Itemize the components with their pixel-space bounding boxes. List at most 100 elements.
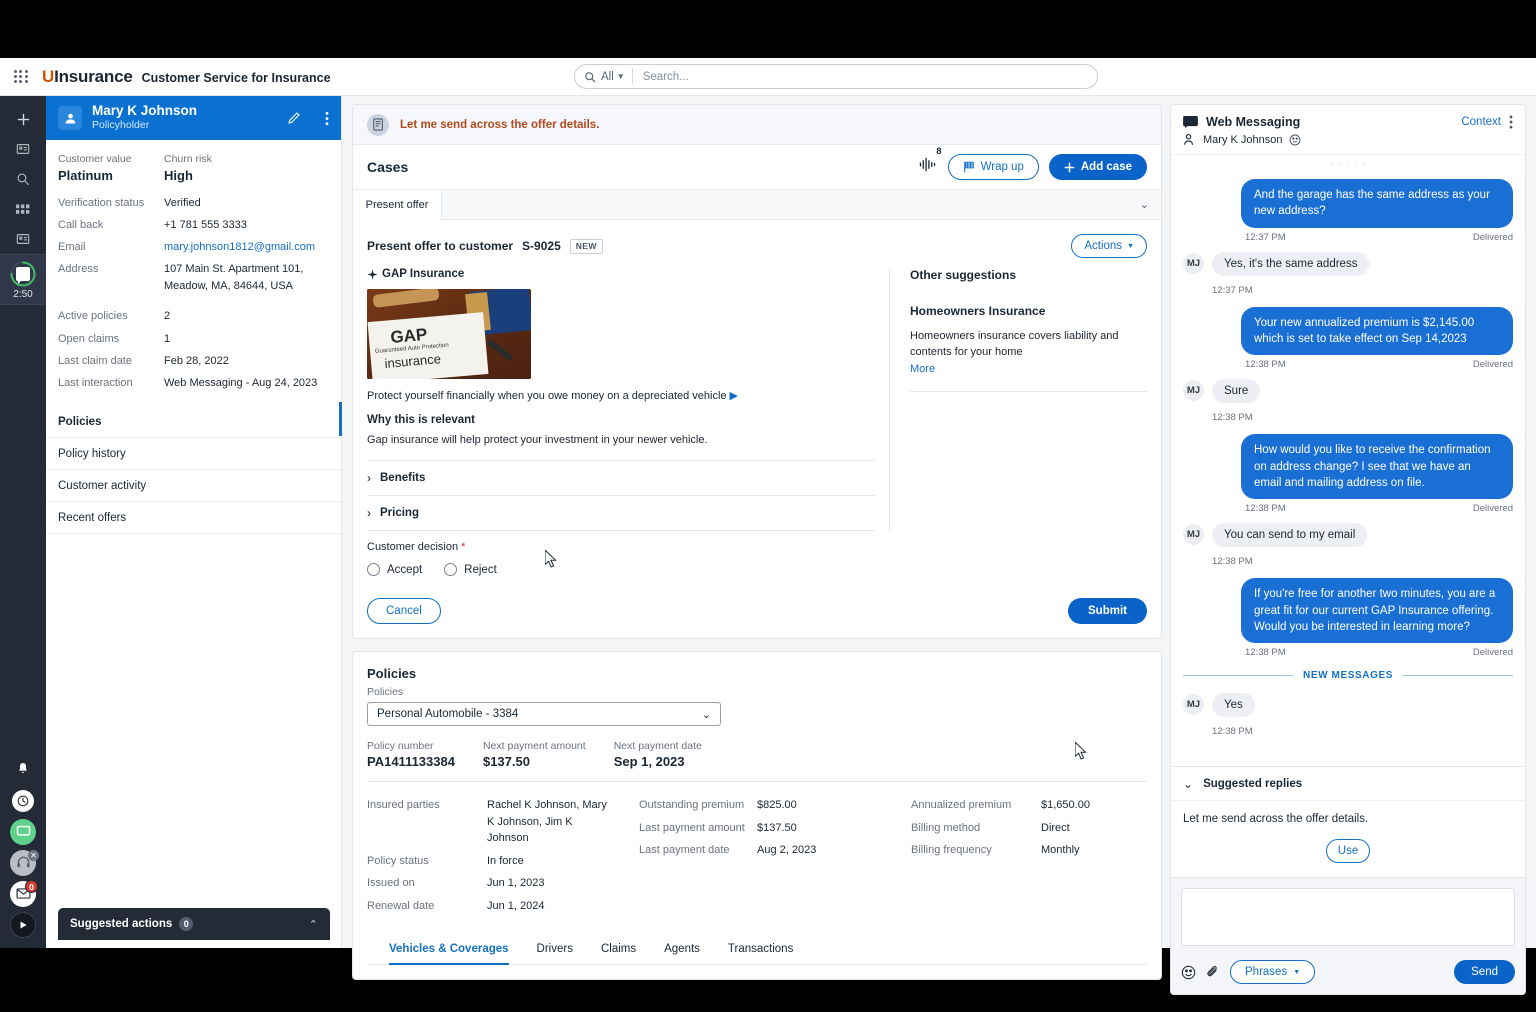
chevron-down-icon[interactable]: ⌄ bbox=[702, 708, 711, 721]
rail-mail-icon[interactable]: 0 bbox=[0, 878, 46, 909]
add-case-button[interactable]: Add case bbox=[1049, 154, 1147, 180]
actions-button[interactable]: Actions ▼ bbox=[1071, 234, 1147, 258]
accordion-benefits[interactable]: › Benefits bbox=[367, 460, 875, 495]
chevron-down-icon[interactable]: ⌄ bbox=[1140, 198, 1149, 211]
sidebar-item-policies[interactable]: Policies bbox=[46, 406, 341, 438]
suggested-actions-label: Suggested actions bbox=[70, 918, 172, 930]
rail-status-available-icon[interactable] bbox=[0, 816, 46, 847]
tab-label: Present offer bbox=[366, 199, 429, 211]
policy-divider bbox=[367, 781, 1147, 782]
tab-vehicles-coverages[interactable]: Vehicles & Coverages bbox=[389, 943, 523, 964]
chevron-down-icon[interactable]: ▼ bbox=[617, 72, 625, 81]
case-selector[interactable]: ⌄ bbox=[442, 190, 1161, 220]
brand-logo-u: U bbox=[42, 67, 54, 86]
message-item: If you're free for another two minutes, … bbox=[1183, 578, 1513, 658]
rail-notifications-icon[interactable] bbox=[0, 754, 46, 785]
suggested-replies-body: Let me send across the offer details. Us… bbox=[1171, 800, 1525, 877]
message-meta: 12:38 PM bbox=[1183, 407, 1513, 425]
messaging-header: Web Messaging Context Mary K Johnson bbox=[1171, 105, 1525, 155]
cancel-button[interactable]: Cancel bbox=[367, 598, 441, 624]
decision-buttons: Cancel Submit bbox=[367, 598, 1147, 624]
sentiment-neutral-icon bbox=[1289, 134, 1301, 146]
tab-drivers[interactable]: Drivers bbox=[523, 943, 587, 964]
context-link[interactable]: Context bbox=[1461, 116, 1501, 128]
customer-field-row: Call back+1 781 555 3333 bbox=[58, 215, 327, 237]
web-messaging-panel: Web Messaging Context Mary K Johnson · ·… bbox=[1170, 104, 1526, 995]
app-launcher-icon[interactable] bbox=[14, 70, 28, 84]
summary-value: $137.50 bbox=[483, 754, 586, 769]
rail-headset-muted-icon[interactable]: ✕ bbox=[0, 847, 46, 878]
voice-waveform-icon[interactable]: 8 bbox=[917, 157, 938, 177]
tab-label: Vehicles & Coverages bbox=[389, 943, 509, 955]
cases-title: Cases bbox=[367, 159, 408, 175]
message-time: 12:38 PM bbox=[1245, 647, 1286, 658]
attachment-icon[interactable] bbox=[1206, 965, 1220, 979]
send-button[interactable]: Send bbox=[1454, 960, 1515, 984]
edit-icon[interactable] bbox=[287, 111, 301, 125]
customer-identity: Mary K Johnson Policyholder bbox=[92, 103, 197, 132]
knowledge-article-icon bbox=[367, 114, 389, 136]
message-bubble-inbound: Yes, it's the same address bbox=[1212, 252, 1369, 276]
rail-clock-icon[interactable] bbox=[0, 785, 46, 816]
suggested-replies-header[interactable]: ⌄ Suggested replies bbox=[1171, 766, 1525, 800]
field-label: Email bbox=[58, 239, 164, 256]
tab-transactions[interactable]: Transactions bbox=[714, 943, 807, 964]
rail-search-icon[interactable] bbox=[0, 164, 46, 194]
message-status: Delivered bbox=[1473, 647, 1513, 658]
tab-claims[interactable]: Claims bbox=[587, 943, 650, 964]
status-badge: NEW bbox=[570, 239, 603, 254]
messaging-more-icon[interactable] bbox=[1509, 115, 1513, 129]
use-suggestion-button[interactable]: Use bbox=[1326, 839, 1370, 863]
customer-field-row: Last claim dateFeb 28, 2022 bbox=[58, 350, 327, 372]
rail-play-icon[interactable] bbox=[0, 909, 46, 940]
suggestion-text: Homeowners insurance covers liability an… bbox=[910, 329, 1147, 361]
message-bubble-inbound: Sure bbox=[1212, 379, 1260, 403]
suggestion-more-link[interactable]: More bbox=[910, 363, 1147, 375]
sparkle-icon bbox=[367, 269, 378, 280]
radio-reject[interactable]: Reject bbox=[444, 563, 497, 576]
rail-cards-icon[interactable] bbox=[0, 224, 46, 254]
sidebar-item-recent-offers[interactable]: Recent offers bbox=[46, 502, 341, 534]
emoji-icon[interactable] bbox=[1181, 965, 1196, 980]
message-status: Delivered bbox=[1473, 359, 1513, 370]
email-link[interactable]: mary.johnson1812@gmail.com bbox=[164, 239, 315, 256]
submit-button[interactable]: Submit bbox=[1068, 598, 1147, 624]
detail-label: Insured parties bbox=[367, 797, 487, 847]
tab-label: Agents bbox=[664, 943, 700, 955]
field-label: Call back bbox=[58, 217, 164, 234]
field-value: 107 Main St. Apartment 101, Meadow, MA, … bbox=[164, 261, 324, 295]
rail-grid-icon[interactable] bbox=[0, 194, 46, 224]
detail-label: Outstanding premium bbox=[639, 797, 757, 814]
message-input[interactable] bbox=[1181, 888, 1515, 946]
policy-tabs: Vehicles & Coverages Drivers Claims Agen… bbox=[367, 943, 1147, 965]
sidebar-item-customer-activity[interactable]: Customer activity bbox=[46, 470, 341, 502]
accordion-pricing[interactable]: › Pricing bbox=[367, 495, 875, 530]
customer-field-row: Active policies2 bbox=[58, 306, 327, 328]
tab-present-offer[interactable]: Present offer bbox=[353, 190, 442, 220]
field-label: Address bbox=[58, 261, 164, 295]
sidebar-item-policy-history[interactable]: Policy history bbox=[46, 438, 341, 470]
search-scope-label[interactable]: All bbox=[601, 71, 614, 83]
policy-select[interactable]: Personal Automobile - 3384 ⌄ bbox=[367, 702, 721, 726]
radio-accept[interactable]: Accept bbox=[367, 563, 422, 576]
suggested-actions-bar[interactable]: Suggested actions 0 ⌃ bbox=[58, 908, 330, 940]
global-search[interactable]: All ▼ bbox=[574, 64, 1098, 89]
customer-more-icon[interactable] bbox=[325, 111, 329, 126]
play-video-icon[interactable]: ▶ bbox=[730, 389, 738, 402]
message-meta: 12:38 PM Delivered bbox=[1183, 647, 1513, 658]
policy-detail-row: Renewal dateJun 1, 2024 bbox=[367, 895, 639, 918]
phrases-button[interactable]: Phrases ▼ bbox=[1230, 960, 1315, 984]
tab-agents[interactable]: Agents bbox=[650, 943, 714, 964]
message-thread[interactable]: · · · · · And the garage has the same ad… bbox=[1171, 155, 1525, 766]
avatar: MJ bbox=[1183, 380, 1204, 401]
tab-label: Drivers bbox=[537, 943, 573, 955]
case-card: Let me send across the offer details. Ca… bbox=[352, 104, 1162, 639]
rail-active-interaction[interactable]: 2:50 bbox=[0, 254, 46, 305]
rail-contact-card-icon[interactable] bbox=[0, 134, 46, 164]
search-input[interactable] bbox=[633, 71, 1097, 83]
rail-add-icon[interactable] bbox=[0, 104, 46, 134]
chevron-up-icon[interactable]: ⌃ bbox=[309, 918, 318, 931]
wrap-up-button[interactable]: Wrap up bbox=[948, 154, 1039, 180]
cases-actions: 8 Wrap up bbox=[917, 154, 1147, 180]
left-icon-rail: 2:50 ✕ bbox=[0, 96, 46, 948]
